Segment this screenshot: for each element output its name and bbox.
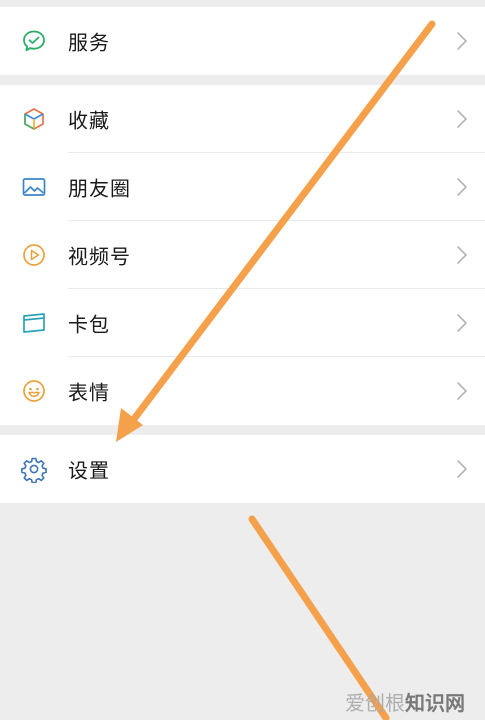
menu-item-settings-label: 设置 bbox=[68, 458, 110, 483]
watermark-part2: 知识网 bbox=[405, 691, 465, 715]
sticker-icon bbox=[20, 377, 48, 405]
chevron-right-icon bbox=[455, 30, 469, 52]
chevron-right-icon bbox=[455, 458, 469, 480]
menu-item-stickers[interactable]: 表情 bbox=[0, 357, 485, 425]
chevron-right-icon bbox=[455, 244, 469, 266]
menu-item-service[interactable]: 服务 bbox=[0, 7, 485, 75]
menu-item-favorites[interactable]: 收藏 bbox=[0, 85, 485, 153]
menu-item-moments[interactable]: 朋友圈 bbox=[0, 153, 485, 221]
features-group: 收藏 朋友圈 视频号 卡包 表情 bbox=[0, 85, 485, 425]
channels-icon bbox=[20, 241, 48, 269]
watermark: 爱创根 知识网 bbox=[345, 687, 465, 716]
menu-item-cards-label: 卡包 bbox=[68, 312, 110, 337]
chevron-right-icon bbox=[455, 380, 469, 402]
chevron-right-icon bbox=[455, 176, 469, 198]
service-icon bbox=[20, 27, 48, 55]
card-wallet-icon bbox=[20, 309, 48, 337]
chevron-right-icon bbox=[455, 312, 469, 334]
menu-item-moments-label: 朋友圈 bbox=[68, 176, 131, 201]
gear-icon bbox=[20, 455, 48, 483]
menu-item-service-label: 服务 bbox=[68, 30, 110, 55]
settings-group: 设置 bbox=[0, 435, 485, 503]
me-page-screen: 服务 收藏 朋友圈 视频号 卡包 表情 设置 爱创根 知识网 bbox=[0, 0, 485, 720]
menu-item-channels[interactable]: 视频号 bbox=[0, 221, 485, 289]
menu-item-stickers-label: 表情 bbox=[68, 380, 110, 405]
favorites-icon bbox=[20, 105, 48, 133]
menu-item-favorites-label: 收藏 bbox=[68, 108, 110, 133]
watermark-part1: 爱创根 bbox=[345, 691, 405, 715]
service-group: 服务 bbox=[0, 7, 485, 75]
menu-item-cards[interactable]: 卡包 bbox=[0, 289, 485, 357]
chevron-right-icon bbox=[455, 108, 469, 130]
menu-item-channels-label: 视频号 bbox=[68, 244, 131, 269]
menu-item-settings[interactable]: 设置 bbox=[0, 435, 485, 503]
moments-icon bbox=[20, 173, 48, 201]
